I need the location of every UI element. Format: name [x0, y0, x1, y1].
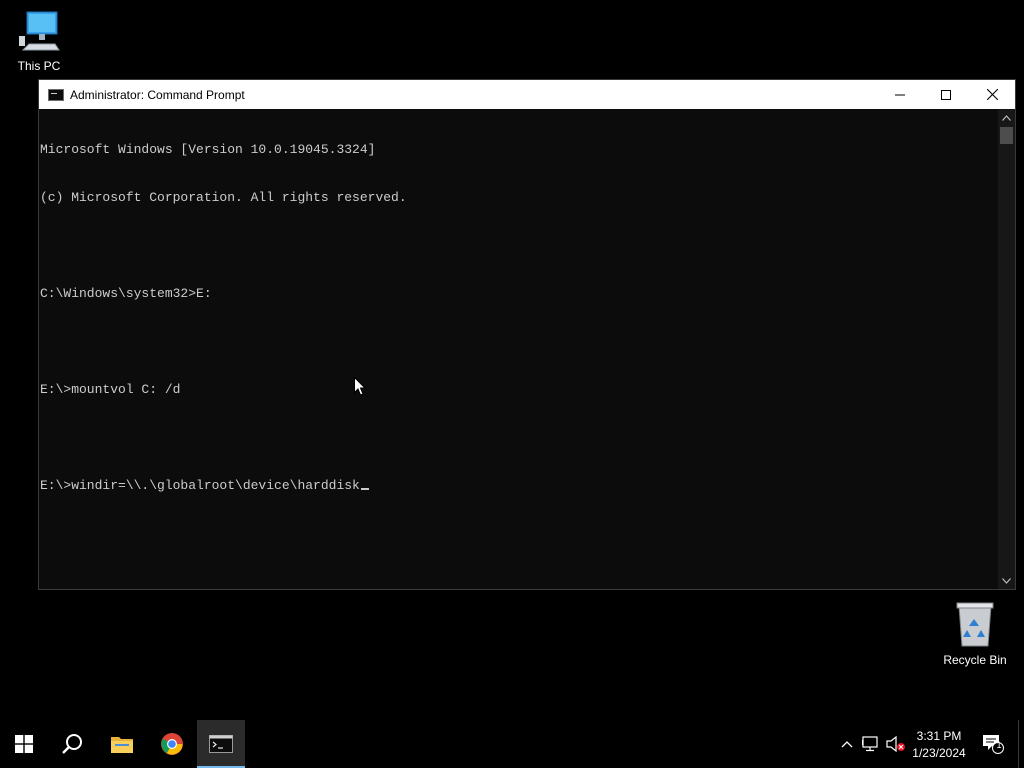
search-icon	[62, 734, 82, 754]
action-center-button[interactable]: 1	[981, 732, 1005, 756]
console-line: E:\>mountvol C: /d	[40, 382, 181, 397]
chrome-button[interactable]	[148, 720, 196, 768]
console-line: C:\Windows\system32>E:	[40, 286, 212, 301]
network-button[interactable]	[859, 732, 883, 756]
window-title: Administrator: Command Prompt	[70, 87, 245, 102]
network-icon	[862, 736, 878, 752]
start-button[interactable]	[0, 720, 48, 768]
desktop-icon-this-pc[interactable]: This PC	[1, 8, 77, 73]
desktop-icon-label: Recycle Bin	[943, 653, 1007, 667]
command-prompt-taskbar-button[interactable]	[197, 720, 245, 768]
console-output[interactable]: Microsoft Windows [Version 10.0.19045.33…	[39, 109, 999, 589]
folder-icon	[111, 737, 133, 753]
minimize-button[interactable]	[877, 80, 923, 109]
desktop: This PC Recycle Bin Administrator: Comma…	[0, 0, 1024, 720]
search-button[interactable]	[48, 720, 96, 768]
mouse-pointer-icon	[354, 377, 366, 396]
close-icon	[986, 89, 998, 100]
scrollbar-thumb[interactable]	[1000, 127, 1013, 144]
taskbar: 3:31 PM 1/23/2024 1	[0, 720, 1024, 768]
desktop-icon-label: This PC	[17, 59, 61, 73]
clock-time: 3:31 PM	[916, 729, 962, 743]
console-line: Microsoft Windows [Version 10.0.19045.33…	[40, 142, 376, 157]
console-input-line[interactable]: E:\>windir=\\.\globalroot\device\harddis…	[40, 478, 999, 494]
text-cursor	[360, 488, 369, 490]
chevron-up-icon	[841, 741, 853, 748]
console-input-text: E:\>windir=\\.\globalroot\device\harddis…	[40, 478, 360, 493]
maximize-icon	[941, 89, 951, 100]
recycle-bin-icon	[956, 602, 994, 647]
clock-date: 1/23/2024	[912, 746, 966, 760]
windows-logo-icon	[15, 735, 33, 753]
minimize-icon	[895, 94, 905, 95]
terminal-icon	[209, 735, 233, 753]
scroll-down-button[interactable]	[998, 572, 1015, 589]
show-hidden-icons-button[interactable]	[835, 732, 859, 756]
close-button[interactable]	[969, 80, 1015, 109]
show-desktop-button[interactable]	[1018, 720, 1024, 768]
console-line: (c) Microsoft Corporation. All rights re…	[40, 190, 407, 205]
chevron-down-icon	[1002, 577, 1011, 584]
caption-buttons	[877, 80, 1015, 109]
chevron-up-icon	[1002, 114, 1011, 121]
computer-icon	[19, 11, 60, 51]
vertical-scrollbar[interactable]	[998, 109, 1015, 589]
volume-muted-icon	[886, 736, 905, 752]
file-explorer-button[interactable]	[98, 720, 146, 768]
maximize-button[interactable]	[923, 80, 969, 109]
chrome-icon	[161, 733, 183, 755]
terminal-icon	[48, 88, 64, 101]
desktop-icon-recycle-bin[interactable]: Recycle Bin	[937, 600, 1013, 667]
taskbar-clock[interactable]: 3:31 PM 1/23/2024	[905, 728, 973, 762]
scroll-up-button[interactable]	[998, 109, 1015, 126]
notification-count-badge: 1	[996, 740, 1002, 750]
command-prompt-window[interactable]: Administrator: Command Prompt Microsoft …	[38, 79, 1016, 590]
window-titlebar[interactable]: Administrator: Command Prompt	[39, 80, 1015, 109]
